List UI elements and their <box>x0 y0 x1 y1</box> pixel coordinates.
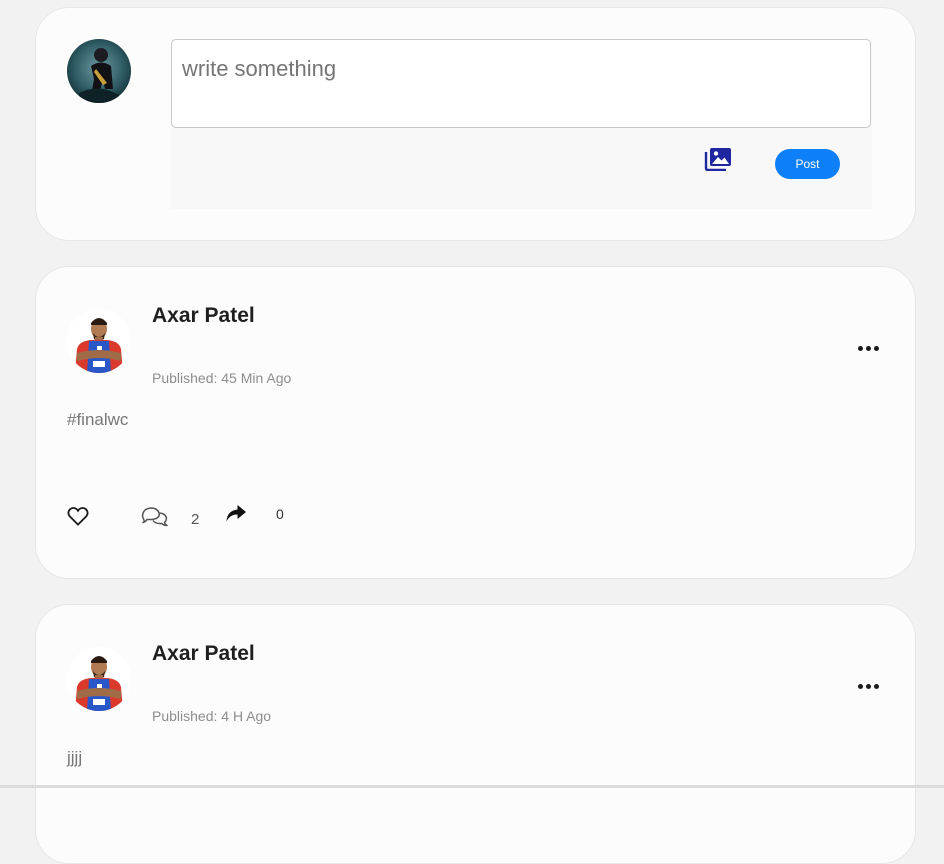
post-text: jjjj <box>67 748 83 767</box>
post-card: Axar Patel Published: 4 H Ago jjjj <box>35 604 916 864</box>
post-composer: Post <box>35 7 916 241</box>
post-timestamp: Published: 45 Min Ago <box>152 370 292 386</box>
post-actions: 2 0 <box>36 499 915 529</box>
share-icon[interactable] <box>225 504 247 524</box>
comment-icon[interactable] <box>141 505 168 527</box>
more-options-icon[interactable] <box>858 679 882 693</box>
post-author-name[interactable]: Axar Patel <box>152 642 255 666</box>
post-card: Axar Patel Published: 45 Min Ago #finalw… <box>35 266 916 579</box>
post-button[interactable]: Post <box>775 149 840 179</box>
author-avatar[interactable] <box>67 309 131 373</box>
composer-input-area: Post <box>171 39 872 209</box>
photo-gallery-icon[interactable] <box>704 147 732 172</box>
post-timestamp: Published: 4 H Ago <box>152 708 272 724</box>
post-text: #finalwc <box>67 410 129 429</box>
user-avatar[interactable] <box>67 39 131 103</box>
author-avatar[interactable] <box>67 647 131 711</box>
post-author-name[interactable]: Axar Patel <box>152 304 255 328</box>
write-something-input[interactable] <box>171 39 871 128</box>
more-options-icon[interactable] <box>858 341 882 355</box>
share-count: 0 <box>276 506 284 522</box>
heart-icon[interactable] <box>67 506 89 526</box>
comment-count: 2 <box>191 511 200 528</box>
